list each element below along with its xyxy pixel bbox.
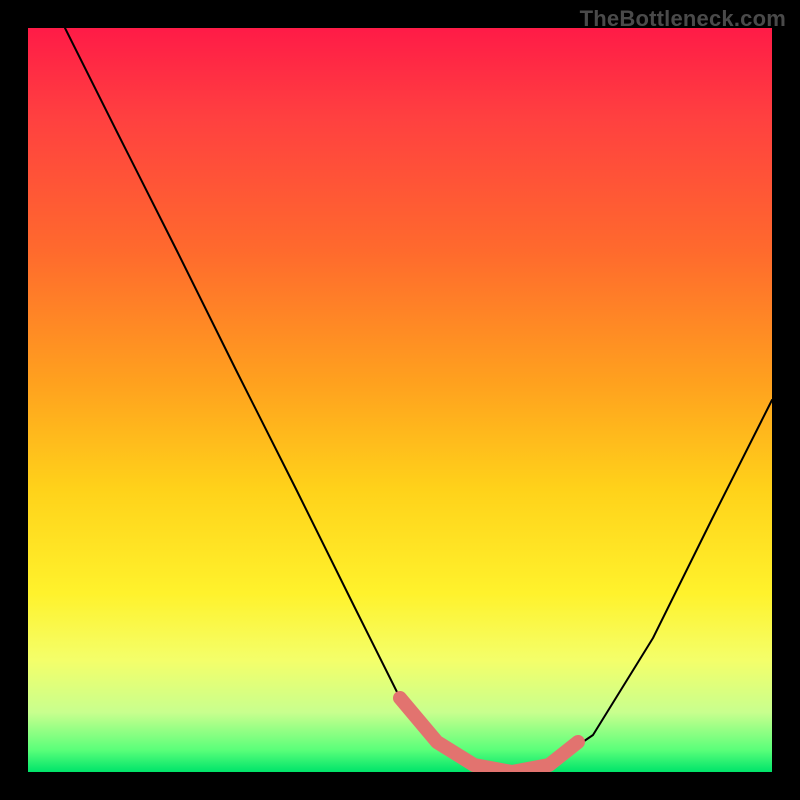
curve-overlay bbox=[28, 28, 772, 772]
bottleneck-curve bbox=[65, 28, 772, 772]
attribution-text: TheBottleneck.com bbox=[580, 6, 786, 32]
chart-frame: TheBottleneck.com bbox=[0, 0, 800, 800]
valley-highlight bbox=[400, 698, 578, 772]
plot-area bbox=[28, 28, 772, 772]
